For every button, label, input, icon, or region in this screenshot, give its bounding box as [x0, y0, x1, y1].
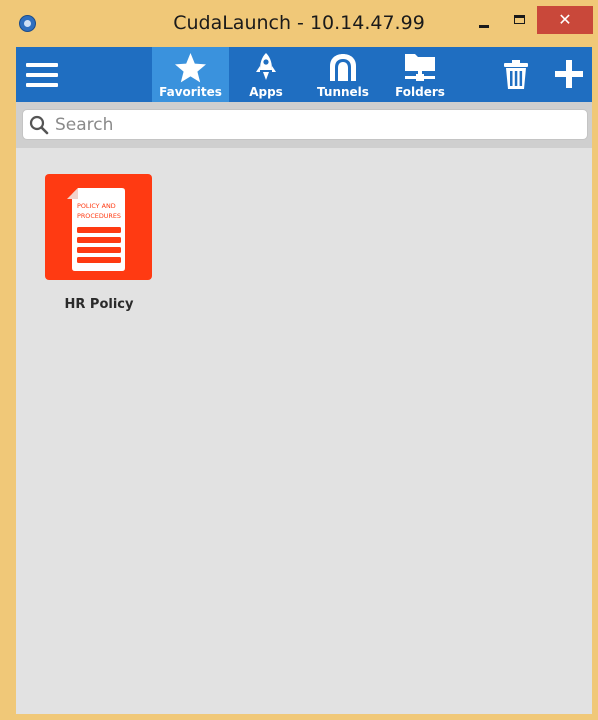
search-box[interactable] — [22, 109, 588, 140]
hamburger-menu-icon — [26, 63, 58, 67]
tab-favorites-label: Favorites — [159, 85, 222, 99]
hamburger-menu-icon-bar — [26, 83, 58, 87]
title-bar[interactable]: CudaLaunch - 10.14.47.99 ✕ — [0, 0, 598, 46]
minimize-button[interactable] — [468, 6, 500, 34]
tab-folders-label: Folders — [395, 85, 445, 99]
tab-favorites[interactable]: Favorites — [152, 47, 229, 102]
tab-apps-label: Apps — [249, 85, 283, 99]
main-toolbar: Favorites Apps Tunnels Folders — [16, 47, 592, 102]
cudalaunch-logo-icon[interactable] — [19, 15, 36, 32]
policy-icon-text-line2: PROCEDURES — [77, 212, 121, 220]
favorite-tile-hr-policy[interactable]: POLICY AND PROCEDURES HR Policy — [36, 174, 162, 324]
folder-network-icon — [405, 54, 435, 81]
search-input[interactable] — [55, 113, 575, 137]
close-icon: ✕ — [558, 10, 572, 29]
app-window: CudaLaunch - 10.14.47.99 ✕ Favorites App… — [0, 0, 598, 720]
favorite-tile-label: HR Policy — [64, 297, 134, 312]
policy-icon-text-line1: POLICY AND — [77, 202, 116, 210]
rocket-icon — [256, 53, 276, 80]
tunnel-icon — [330, 54, 356, 81]
search-icon — [29, 115, 49, 135]
policy-document-icon[interactable]: POLICY AND PROCEDURES — [45, 174, 152, 280]
maximize-button[interactable] — [505, 6, 535, 34]
favorites-panel: POLICY AND PROCEDURES HR Policy — [16, 148, 592, 714]
tab-folders[interactable]: Folders — [383, 47, 457, 102]
tab-tunnels[interactable]: Tunnels — [306, 47, 380, 102]
tab-tunnels-label: Tunnels — [317, 85, 369, 99]
hamburger-menu-button[interactable] — [26, 63, 58, 87]
close-button[interactable]: ✕ — [537, 6, 593, 34]
tab-apps[interactable]: Apps — [229, 47, 303, 102]
policy-document-graphic: POLICY AND PROCEDURES — [67, 188, 125, 271]
star-icon — [175, 53, 206, 83]
trash-icon[interactable] — [503, 59, 529, 91]
search-bar — [16, 102, 592, 148]
hamburger-menu-icon-bar — [26, 73, 58, 77]
plus-icon[interactable] — [554, 59, 584, 89]
